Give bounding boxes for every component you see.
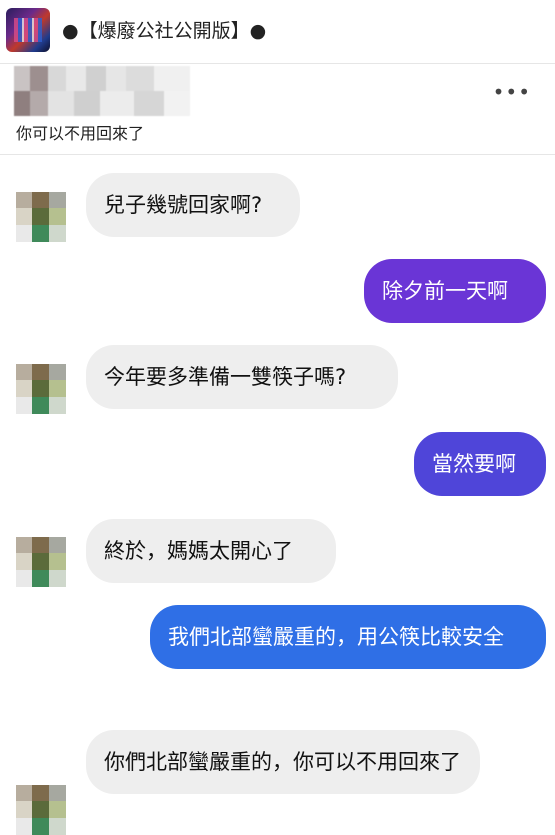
more-options-button[interactable]: ••• xyxy=(493,80,531,104)
incoming-message: 終於，媽媽太開心了 xyxy=(86,519,336,583)
post-preview: ••• 你可以不用回來了 xyxy=(0,64,555,155)
mother-avatar xyxy=(16,537,66,587)
incoming-message: 今年要多準備一雙筷子嗎? xyxy=(86,345,398,409)
incoming-message: 兒子幾號回家啊? xyxy=(86,173,300,237)
mother-avatar xyxy=(16,785,66,835)
outgoing-message: 除夕前一天啊 xyxy=(364,259,546,323)
outgoing-message: 我們北部蠻嚴重的，用公筷比較安全 xyxy=(150,605,546,669)
post-preview-text: 你可以不用回來了 xyxy=(16,124,145,143)
mother-avatar xyxy=(16,364,66,414)
post-header: ●【爆廢公社公開版】● xyxy=(0,0,555,64)
blurred-author-name xyxy=(14,66,190,116)
group-title[interactable]: ●【爆廢公社公開版】● xyxy=(62,16,266,43)
outgoing-message: 當然要啊 xyxy=(414,432,546,496)
mother-avatar xyxy=(16,192,66,242)
chat-thread: 兒子幾號回家啊? 除夕前一天啊 今年要多準備一雙筷子嗎? 當然要啊 終於，媽媽太… xyxy=(0,155,555,835)
incoming-message: 你們北部蠻嚴重的，你可以不用回來了 xyxy=(86,730,480,794)
group-avatar[interactable] xyxy=(6,8,50,52)
